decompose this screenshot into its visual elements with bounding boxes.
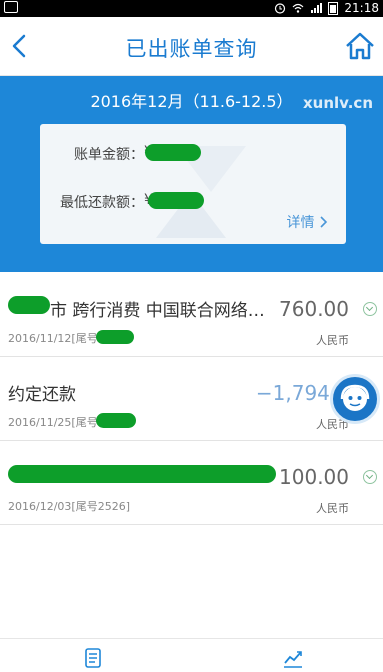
- bill-summary: 2016年12月（11.6-12.5） xunlv.cn 账单金额： ¥ 最低还…: [0, 76, 383, 272]
- status-bar: 21:18: [0, 0, 383, 17]
- min-payment-label: 最低还款额：: [60, 195, 144, 211]
- nav-bar: 已出账单查询: [0, 17, 383, 76]
- redacted-card-suffix: [96, 413, 136, 428]
- transaction-date: 2016/12/03[尾号2526]: [8, 498, 130, 514]
- page-title: 已出账单查询: [125, 37, 258, 61]
- alarm-icon: [275, 3, 286, 14]
- transaction-item[interactable]: 约定还款 −1,794.0 2016/11/25[尾号 人民币: [0, 356, 383, 441]
- image-notification-icon: [4, 1, 18, 13]
- customer-service-button[interactable]: [330, 374, 380, 424]
- transaction-date-value: 2016/12/03: [8, 500, 72, 513]
- status-time: 21:18: [344, 1, 379, 15]
- transaction-date: 2016/11/25[尾号: [8, 414, 98, 430]
- transaction-currency: 人民币: [316, 502, 349, 515]
- chevron-right-icon: [320, 216, 328, 228]
- expand-chevron-icon[interactable]: [363, 302, 377, 316]
- transaction-amount: 760.00: [279, 297, 349, 321]
- transaction-item[interactable]: 100.00 2016/12/03[尾号2526] 人民币: [0, 440, 383, 525]
- card-suffix-label: [尾号: [71, 416, 98, 429]
- transaction-item[interactable]: 市 跨行消费 中国联合网络… 760.00 2016/11/12[尾号 人民币: [0, 272, 383, 357]
- transaction-description: 市 跨行消费 中国联合网络…: [50, 301, 265, 321]
- redacted-merchant-city: [8, 296, 50, 314]
- bottom-tab-bar: [0, 638, 383, 672]
- detail-link-label: 详情: [286, 215, 315, 231]
- card-suffix-label: [尾号: [71, 332, 98, 345]
- battery-icon: [328, 1, 339, 15]
- transaction-date-value: 2016/11/12: [8, 332, 72, 345]
- transaction-amount: 100.00: [279, 465, 349, 489]
- home-icon[interactable]: [343, 29, 377, 63]
- redacted-card-suffix: [96, 330, 134, 344]
- detail-link[interactable]: 详情: [287, 212, 328, 232]
- bill-list-icon[interactable]: [82, 647, 104, 669]
- redacted-bill-amount: [145, 144, 201, 161]
- status-icons: 21:18: [274, 1, 379, 15]
- transaction-date-value: 2016/11/25: [8, 416, 72, 429]
- redacted-description: [8, 465, 276, 483]
- trend-chart-icon[interactable]: [282, 647, 304, 669]
- bill-amount-label: 账单金额：: [74, 147, 144, 163]
- transaction-currency: 人民币: [316, 334, 349, 347]
- expand-chevron-icon[interactable]: [363, 470, 377, 484]
- customer-service-icon: [340, 384, 370, 411]
- redacted-min-payment: [148, 192, 204, 209]
- signal-icon: [311, 3, 323, 13]
- card-suffix-label: [尾号2526]: [71, 500, 130, 513]
- wifi-icon: [292, 3, 304, 13]
- transaction-description: 约定还款: [8, 385, 76, 405]
- summary-card: 账单金额： ¥ 最低还款额： ¥ 详情: [40, 124, 346, 244]
- watermark: xunlv.cn: [303, 94, 373, 112]
- transaction-date: 2016/11/12[尾号: [8, 330, 98, 346]
